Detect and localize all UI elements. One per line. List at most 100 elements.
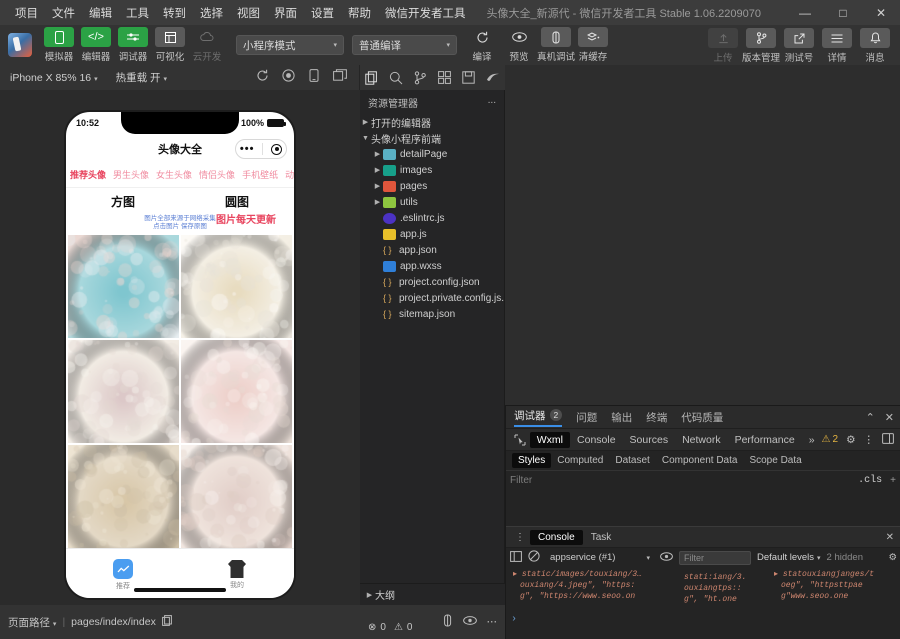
gear-icon[interactable]: ⚙ <box>846 434 855 446</box>
toolbar-debugger-button[interactable]: 调试器 <box>116 27 150 63</box>
more-icon[interactable]: ••• <box>240 144 255 155</box>
gallery-item[interactable] <box>68 340 179 443</box>
menu-item-ui[interactable]: 界面 <box>267 1 304 25</box>
refresh-icon[interactable] <box>249 65 275 85</box>
explorer-folder-detailpage[interactable]: ▶ detailPage <box>360 146 504 162</box>
compile-select[interactable]: 普通编译 ▾ <box>352 35 457 55</box>
explorer-file-eslintrc[interactable]: .eslintrc.js <box>360 210 504 226</box>
explorer-folder-utils[interactable]: ▶ utils <box>360 194 504 210</box>
shape-tab-square[interactable]: 方图 <box>66 188 180 215</box>
explorer-file-project-config[interactable]: { } project.config.json <box>360 274 504 290</box>
clear-cache-button[interactable]: 清缓存 <box>576 27 610 63</box>
category-tab-recommend[interactable]: 推荐头像 <box>69 166 107 183</box>
save-icon[interactable] <box>457 65 481 90</box>
menu-item-view[interactable]: 视图 <box>230 1 267 25</box>
styles-filter-input[interactable]: Filter <box>510 475 532 486</box>
menu-item-help[interactable]: 帮助 <box>341 1 378 25</box>
styles-tab-computed[interactable]: Computed <box>551 453 609 468</box>
collapse-icon[interactable]: ⌃ <box>866 411 875 424</box>
device-debug-button[interactable]: 真机调试 <box>539 27 573 63</box>
expand-arrow-icon[interactable]: ▸ <box>774 570 778 579</box>
search-icon[interactable] <box>384 65 408 90</box>
menu-item-file[interactable]: 文件 <box>45 1 82 25</box>
eye-icon[interactable] <box>660 552 673 564</box>
category-tab-couples[interactable]: 情侣头像 <box>198 166 236 183</box>
devtools-tab-network[interactable]: Network <box>675 432 728 448</box>
panel-tab-terminal[interactable]: 终端 <box>646 410 667 425</box>
menu-item-select[interactable]: 选择 <box>193 1 230 25</box>
console-prompt[interactable]: › <box>511 614 517 625</box>
details-button[interactable]: 详情 <box>820 28 854 64</box>
devtools-tab-performance[interactable]: Performance <box>728 432 802 448</box>
messages-button[interactable]: 消息 <box>858 28 892 64</box>
category-tab-girls[interactable]: 女生头像 <box>155 166 193 183</box>
explorer-section-project[interactable]: ▼ 头像小程序前端 <box>360 130 504 146</box>
panel-tab-code-quality[interactable]: 代码质量 <box>681 410 723 425</box>
explorer-section-open-editors[interactable]: ▶ 打开的编辑器 <box>360 114 504 130</box>
test-account-button[interactable]: 测试号 <box>782 28 816 64</box>
category-tab-wallpaper[interactable]: 手机壁纸 <box>241 166 279 183</box>
more-icon[interactable]: ⋯ <box>487 616 498 628</box>
kebab-menu-icon[interactable]: ⋮ <box>864 434 875 446</box>
panel-tab-problems[interactable]: 问题 <box>576 410 597 425</box>
inspect-element-icon[interactable] <box>510 431 530 449</box>
menu-item-project[interactable]: 项目 <box>8 1 45 25</box>
menu-item-goto[interactable]: 转到 <box>156 1 193 25</box>
explorer-folder-pages[interactable]: ▶ pages <box>360 178 504 194</box>
eye-icon[interactable] <box>463 616 477 628</box>
menu-item-settings[interactable]: 设置 <box>304 1 341 25</box>
devtools-tab-console[interactable]: Console <box>570 432 623 448</box>
gallery-item[interactable] <box>68 235 179 338</box>
styles-tab-styles[interactable]: Styles <box>512 453 551 468</box>
close-icon[interactable]: ✕ <box>886 532 900 543</box>
panel-tab-output[interactable]: 输出 <box>611 410 632 425</box>
styles-tab-dataset[interactable]: Dataset <box>609 453 655 468</box>
explorer-folder-images[interactable]: ▶ images <box>360 162 504 178</box>
gallery-item[interactable] <box>181 340 292 443</box>
compile-button[interactable]: 编译 <box>465 27 499 63</box>
capsule-buttons[interactable]: ••• <box>235 139 287 159</box>
toolbar-cloud-button[interactable]: 云开发 <box>190 27 224 63</box>
menu-item-edit[interactable]: 编辑 <box>82 1 119 25</box>
console-filter-input[interactable]: Filter <box>679 551 751 565</box>
gallery-item[interactable] <box>181 445 292 548</box>
source-control-icon[interactable] <box>408 65 432 90</box>
minimize-button[interactable]: — <box>786 0 824 25</box>
extensions-icon[interactable] <box>433 65 457 90</box>
multi-window-icon[interactable] <box>327 65 353 85</box>
target-icon[interactable] <box>271 144 282 155</box>
record-icon[interactable] <box>275 65 301 85</box>
explorer-file-sitemap[interactable]: { } sitemap.json <box>360 306 504 322</box>
sidebar-toggle-icon[interactable] <box>510 551 522 565</box>
warning-badge[interactable]: ⚠ 2 <box>822 434 839 445</box>
shape-tab-round[interactable]: 圆图 <box>180 188 294 215</box>
kebab-menu-icon[interactable]: ⋮ <box>510 532 530 543</box>
console-levels-select[interactable]: Default levels ▾ <box>757 552 821 563</box>
phone-rotate-icon[interactable] <box>301 65 327 85</box>
code-editor-area[interactable] <box>505 65 900 405</box>
outline-section[interactable]: ▶ 大纲 <box>360 583 505 605</box>
close-button[interactable]: ✕ <box>862 0 900 25</box>
clear-console-icon[interactable] <box>528 550 540 565</box>
console-context-select[interactable]: appservice (#1) ▾ <box>546 552 654 563</box>
devtools-overflow-button[interactable]: » <box>802 432 822 448</box>
category-tab-anime[interactable]: 动漫头像 <box>284 166 294 183</box>
close-icon[interactable]: ✕ <box>885 411 894 424</box>
toolbar-editor-button[interactable]: </> 编辑器 <box>79 27 113 63</box>
version-control-button[interactable]: 版本管理 <box>744 28 778 64</box>
console-log-area[interactable]: ▸ static/images/touxiang/3… ouxiang/4.jp… <box>506 567 900 639</box>
menu-item-tools[interactable]: 工具 <box>119 1 156 25</box>
gallery-item[interactable] <box>181 235 292 338</box>
explorer-file-project-private-config[interactable]: { } project.private.config.js... <box>360 290 504 306</box>
gallery-item[interactable] <box>68 445 179 548</box>
more-icon[interactable]: ∙∙∙ <box>488 97 496 108</box>
devtools-tab-sources[interactable]: Sources <box>623 432 676 448</box>
device-select[interactable]: iPhone X 85% 16 ▾ <box>10 72 98 84</box>
new-style-rule-button[interactable]: + <box>890 475 896 486</box>
gear-icon[interactable]: ⚙ <box>888 552 897 563</box>
toolbar-visual-button[interactable]: 可视化 <box>153 27 187 63</box>
explorer-file-app-json[interactable]: { } app.json <box>360 242 504 258</box>
maximize-button[interactable]: □ <box>824 0 862 25</box>
dock-side-icon[interactable] <box>882 433 894 447</box>
cls-toggle-button[interactable]: .cls <box>858 475 882 486</box>
